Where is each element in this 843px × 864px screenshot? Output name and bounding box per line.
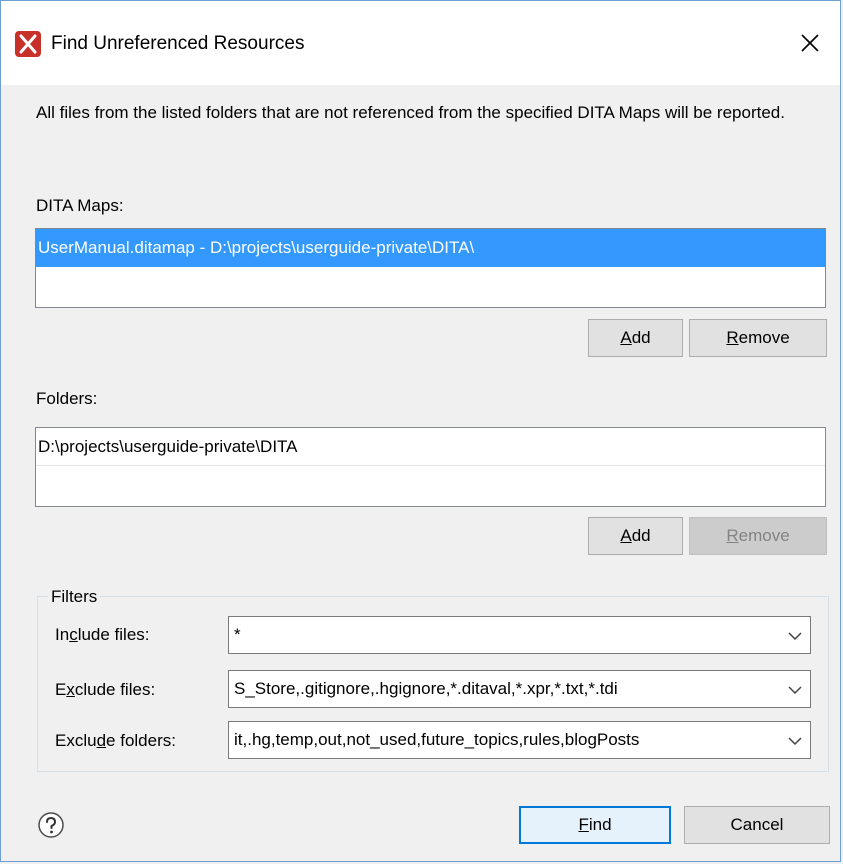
- dita-maps-remove-mnemonic: R: [726, 328, 739, 347]
- exclude-files-value: S_Store,.gitignore,.hgignore,*.ditaval,*…: [234, 679, 618, 698]
- include-files-label: Include files:: [55, 623, 150, 647]
- dita-maps-remove-label: emove: [738, 328, 790, 347]
- close-button[interactable]: [790, 23, 830, 63]
- exclude-files-combo[interactable]: S_Store,.gitignore,.hgignore,*.ditaval,*…: [228, 670, 811, 708]
- dita-maps-list-item[interactable]: UserManual.ditamap - D:\projects\usergui…: [36, 229, 825, 267]
- folders-remove-button[interactable]: Remove: [689, 517, 827, 555]
- folders-add-mnemonic: A: [620, 526, 632, 545]
- dita-maps-list[interactable]: UserManual.ditamap - D:\projects\usergui…: [35, 228, 826, 308]
- cancel-button[interactable]: Cancel: [684, 806, 830, 844]
- folders-label: Folders:: [36, 389, 98, 408]
- chevron-down-icon[interactable]: [786, 627, 804, 645]
- dialog-title: Find Unreferenced Resources: [51, 33, 305, 54]
- chevron-down-icon[interactable]: [786, 681, 804, 699]
- dita-maps-add-mnemonic: A: [620, 328, 632, 347]
- dita-maps-remove-button[interactable]: Remove: [689, 319, 827, 357]
- find-button[interactable]: Find: [519, 806, 671, 844]
- include-files-label-mnemonic: c: [69, 625, 78, 644]
- find-label: ind: [588, 815, 612, 834]
- include-files-value: *: [234, 625, 241, 644]
- exclude-folders-combo[interactable]: it,.hg,temp,out,not_used,future_topics,r…: [228, 721, 811, 759]
- title-bar[interactable]: Find Unreferenced Resources: [1, 1, 840, 85]
- exclude-folders-label-mnemonic: d: [96, 731, 107, 750]
- chevron-down-icon[interactable]: [786, 732, 804, 750]
- dialog-description: All files from the listed folders that a…: [36, 103, 785, 122]
- app-logo-icon: [15, 31, 41, 57]
- find-mnemonic: F: [578, 815, 589, 834]
- exclude-files-label-post: clude files:: [74, 680, 156, 699]
- filters-legend: Filters: [48, 585, 101, 609]
- include-files-label-pre: In: [55, 625, 70, 644]
- exclude-folders-label-pre: Exclu: [55, 731, 97, 750]
- folders-add-button[interactable]: Add: [588, 517, 683, 555]
- folders-remove-mnemonic: R: [726, 526, 739, 545]
- help-icon[interactable]: [37, 811, 65, 839]
- exclude-files-label-pre: E: [55, 680, 67, 699]
- dita-maps-label: DITA Maps:: [36, 196, 124, 215]
- dita-maps-add-label: dd: [631, 328, 651, 347]
- exclude-files-label: Exclude files:: [55, 678, 155, 702]
- dita-maps-add-button[interactable]: Add: [588, 319, 683, 357]
- folders-add-label: dd: [631, 526, 651, 545]
- folders-list[interactable]: D:\projects\userguide-private\DITA: [35, 427, 826, 507]
- find-unreferenced-resources-dialog: Find Unreferenced Resources All files fr…: [0, 0, 841, 862]
- exclude-folders-value: it,.hg,temp,out,not_used,future_topics,r…: [234, 730, 640, 749]
- include-files-combo[interactable]: *: [228, 616, 811, 654]
- exclude-folders-label-post: e folders:: [106, 731, 176, 750]
- include-files-label-post: lude files:: [77, 625, 150, 644]
- exclude-files-label-mnemonic: x: [66, 680, 75, 699]
- close-icon: [801, 34, 819, 52]
- exclude-folders-label: Exclude folders:: [55, 729, 176, 753]
- folders-remove-label: emove: [738, 526, 790, 545]
- folders-list-item[interactable]: D:\projects\userguide-private\DITA: [36, 428, 825, 466]
